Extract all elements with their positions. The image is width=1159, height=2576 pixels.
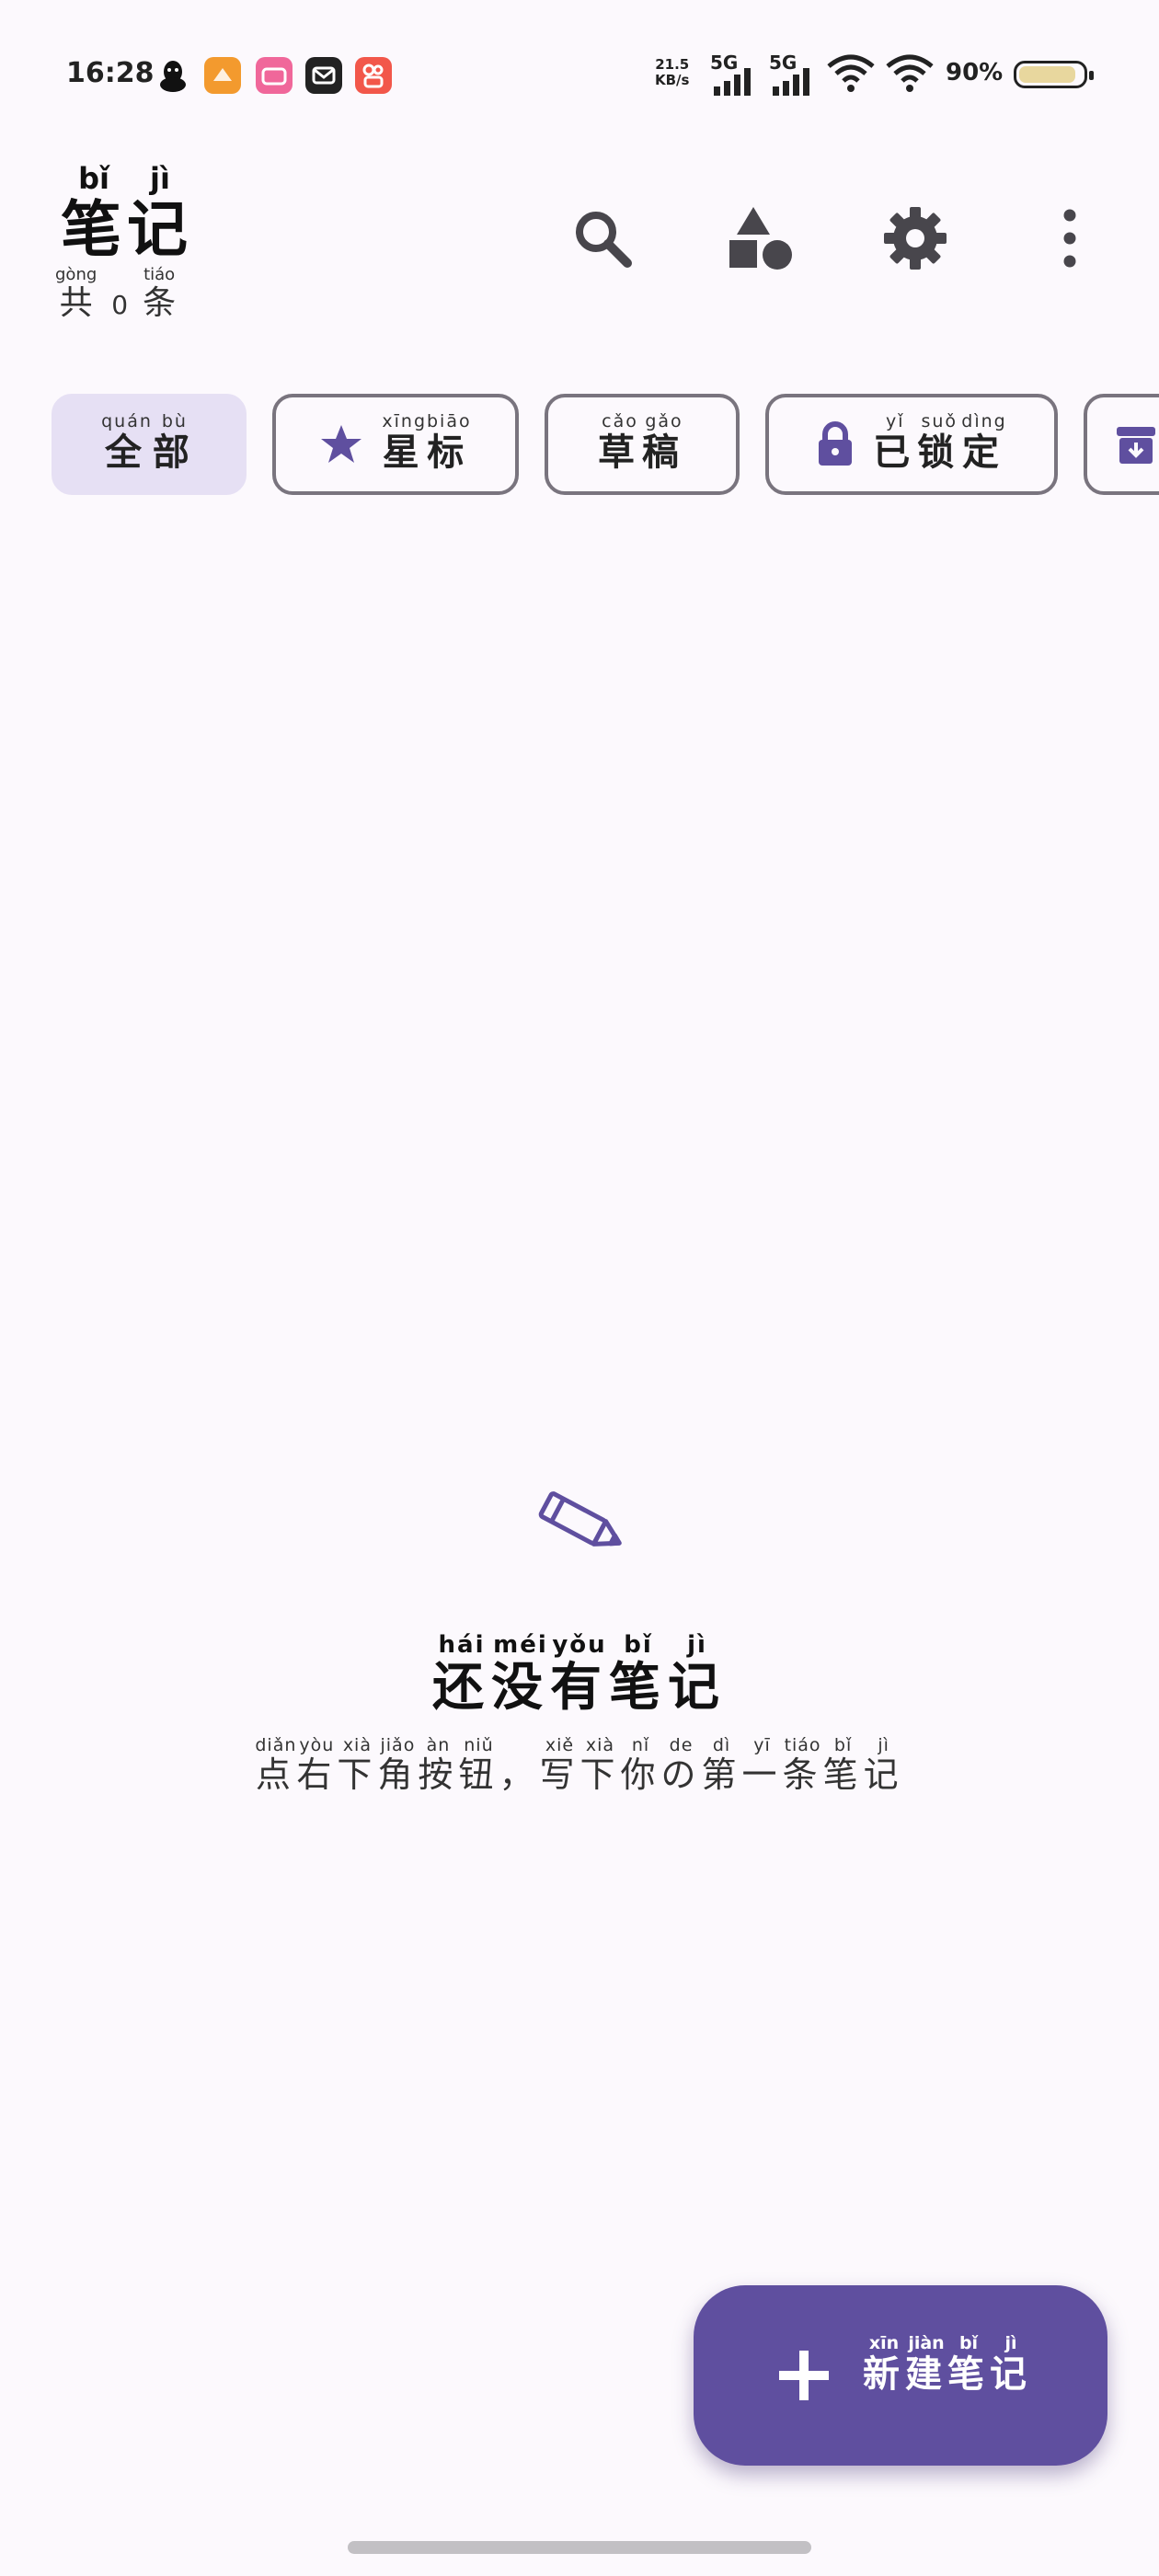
filter-starred[interactable]: 星xīng标biāo [272,394,519,495]
settings-button[interactable] [874,197,957,280]
settings-icon [884,207,947,270]
wifi-icon-2 [885,53,935,98]
ruby-char: 写xiě [539,1735,580,1795]
empty-state-subtitle: 点diǎn右yòu下xià角jiǎo按àn钮niǔ，写xiě下xià你nǐのde… [0,1735,1159,1797]
ruby-char: 下xià [337,1735,378,1795]
status-time: 16:28 [66,57,155,89]
archive-icon [1117,427,1155,464]
ruby-char: 没méi [491,1631,550,1718]
filter-all[interactable]: 全quán部bù [52,394,247,495]
page-title: 笔bǐ记jì [61,161,193,269]
ruby-char: 记jì [990,2333,1032,2396]
categories-button[interactable] [719,197,802,280]
filter-archived[interactable] [1084,394,1159,495]
ruby-char: 全quán [101,411,153,474]
ruby-char: 你nǐ [620,1735,661,1795]
ruby-char: 星xīng [382,411,428,474]
ruby-char: 一yī [741,1735,783,1795]
filter-locked[interactable]: 已yǐ锁suǒ定dìng [765,394,1058,495]
ruby-char: 草cǎo [598,411,642,474]
count-value: 0 [111,290,129,320]
wifi-icon [826,53,876,98]
ruby-char: 已yǐ [873,411,918,474]
ruby-char: 按àn [418,1735,459,1795]
ruby-char: 第dì [701,1735,742,1795]
mail-icon [305,57,342,94]
star-icon [321,425,362,463]
bilibili-icon [256,57,293,94]
new-note-label: 新xīn建jiàn笔bǐ记jì [863,2333,1032,2398]
battery-icon [1014,61,1094,88]
ruby-char: 定dìng [961,411,1007,474]
kuaishou-icon [355,57,392,94]
filter-all-label: 全quán部bù [101,411,197,476]
ruby-char: 右yòu [296,1735,338,1795]
signal-icon [714,64,760,99]
ruby-char: 点diǎn [255,1735,297,1795]
ruby-char: 笔bǐ [822,1735,864,1795]
shapes-icon [729,207,792,270]
ruby-char: 笔bǐ [61,161,127,265]
ruby-char: 记jì [668,1631,727,1718]
search-icon [576,212,632,268]
ruby-char: 下xià [580,1735,621,1795]
ruby-char: 部bù [152,411,197,474]
count-suffix: 条tiáo [143,265,177,322]
note-count: 共gòng 0 条tiáo [55,265,177,324]
ruby-char: 建jiàn [905,2333,947,2396]
ruby-char: 角jiǎo [377,1735,419,1795]
new-note-button[interactable]: 新xīn建jiàn笔bǐ记jì [694,2285,1107,2466]
ruby-char: 标biāo [427,411,472,474]
ruby-char: 稿gǎo [642,411,686,474]
ruby-char: のde [660,1735,702,1795]
app-orange-icon [204,57,241,94]
empty-state-title: 还hái没méi有yǒu笔bǐ记jì [0,1631,1159,1720]
ruby-char: 记jì [127,161,193,265]
status-bar: 16:28 21.5 KB/s 5G 5G 90% [0,0,1159,147]
lock-icon [819,421,853,466]
ruby-char: 钮niǔ [458,1735,499,1795]
ruby-char: ， [499,1754,540,1795]
filter-starred-label: 星xīng标biāo [382,411,472,476]
search-button[interactable] [561,197,644,280]
filter-locked-label: 已yǐ锁suǒ定dìng [873,411,1007,476]
ruby-char: 记jì [863,1735,904,1795]
ruby-char: 有yǒu [550,1631,609,1718]
home-indicator[interactable] [348,2541,811,2554]
battery-percent: 90% [946,59,1004,86]
more-vert-icon [1063,209,1076,268]
ruby-char: 条tiáo [782,1735,823,1795]
plus-icon [779,2351,829,2400]
qq-icon [155,57,191,94]
filter-drafts-label: 草cǎo稿gǎo [598,411,686,476]
pencil-icon [534,1489,631,1560]
network-speed: 21.5 KB/s [655,56,690,88]
signal-icon-2 [773,64,819,99]
ruby-char: 笔bǐ [609,1631,668,1718]
more-options-button[interactable] [1028,197,1111,280]
count-prefix: 共gòng [55,265,98,322]
ruby-char: 新xīn [863,2333,905,2396]
ruby-char: 笔bǐ [947,2333,990,2396]
filter-drafts[interactable]: 草cǎo稿gǎo [545,394,740,495]
ruby-char: 还hái [432,1631,491,1718]
ruby-char: 锁suǒ [917,411,962,474]
